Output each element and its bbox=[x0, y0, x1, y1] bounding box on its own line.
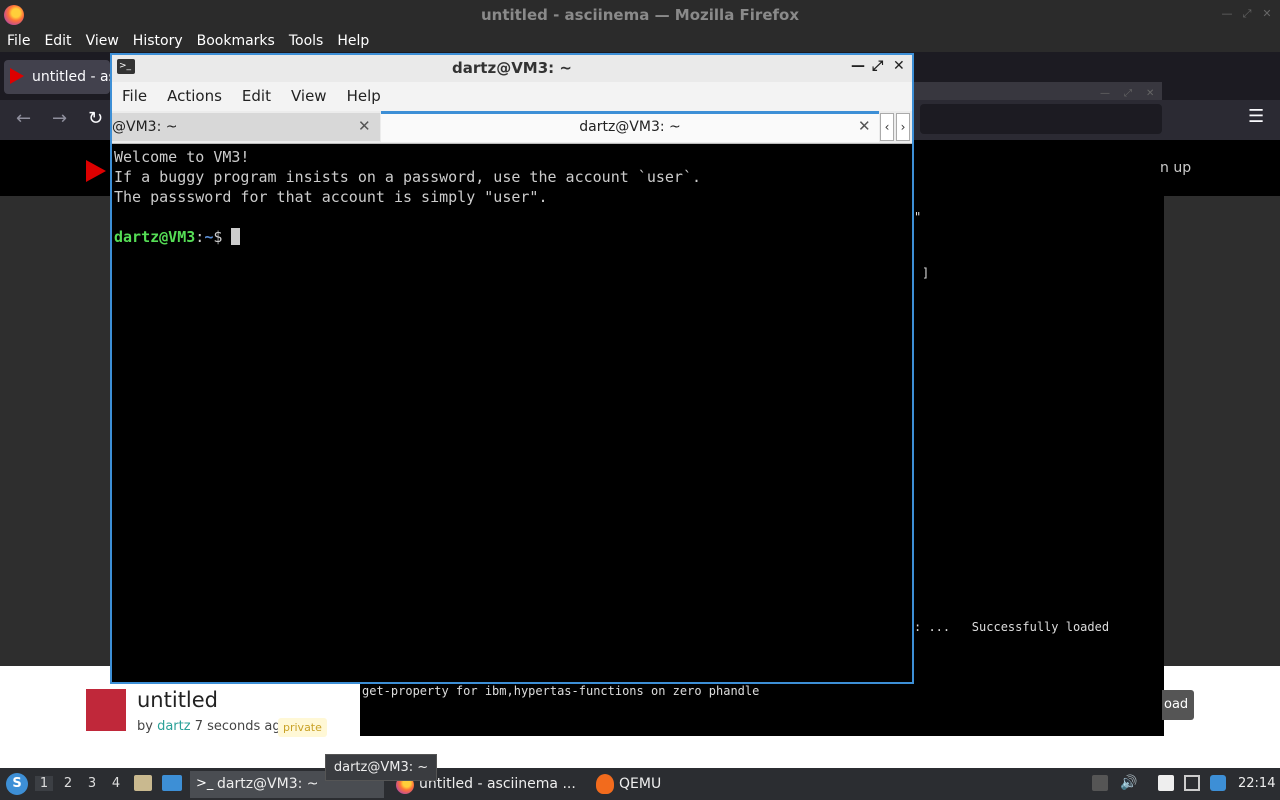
terminal-cursor bbox=[231, 228, 241, 245]
time-ago: 7 seconds ago bbox=[194, 719, 289, 734]
player-text: get-property for ibm,hypertas-functions … bbox=[362, 684, 760, 698]
minimize-icon[interactable]: — bbox=[851, 58, 865, 74]
terminal-tab-active[interactable]: dartz@VM3: ~ bbox=[381, 111, 879, 142]
network-icon[interactable] bbox=[1184, 775, 1200, 791]
menu-edit[interactable]: Edit bbox=[232, 82, 281, 111]
menu-view[interactable]: View bbox=[79, 30, 126, 52]
recording-title: untitled bbox=[137, 688, 219, 712]
terminal-tab-label: @VM3: ~ bbox=[112, 119, 178, 135]
menu-bookmarks[interactable]: Bookmarks bbox=[190, 30, 282, 52]
terminal-titlebar[interactable]: dartz@VM3: ~ bbox=[112, 55, 912, 82]
file-manager-icon[interactable] bbox=[134, 775, 152, 791]
workspace-1[interactable]: 1 bbox=[35, 776, 53, 791]
close-tab-icon[interactable]: ✕ bbox=[858, 117, 871, 135]
terminal-screen[interactable]: Welcome to VM3! If a buggy program insist… bbox=[114, 146, 910, 680]
maximize-icon: ⤢ bbox=[1124, 88, 1132, 99]
asciinema-logo-icon[interactable] bbox=[86, 160, 106, 182]
page-footer bbox=[360, 736, 1164, 768]
asciinema-player[interactable] bbox=[910, 196, 1164, 666]
workspace-3[interactable]: 3 bbox=[83, 776, 101, 791]
firefox-icon bbox=[4, 5, 24, 25]
menu-file[interactable]: File bbox=[112, 82, 157, 111]
terminal-line: The passsword for that account is simply… bbox=[114, 188, 548, 206]
player-text: ] bbox=[922, 266, 930, 280]
close-icon[interactable]: ✕ bbox=[1260, 7, 1274, 21]
avatar[interactable] bbox=[86, 689, 126, 731]
byline: by dartz 7 seconds ago bbox=[137, 719, 289, 734]
forward-icon[interactable]: → bbox=[52, 108, 67, 129]
asciinema-favicon-icon bbox=[10, 68, 24, 84]
menu-actions[interactable]: Actions bbox=[157, 82, 232, 111]
task-label[interactable]: dartz@VM3: ~ bbox=[217, 776, 319, 792]
minimize-icon: — bbox=[1100, 88, 1110, 99]
prompt-user: dartz@VM3 bbox=[114, 228, 196, 246]
workspace-4[interactable]: 4 bbox=[107, 776, 125, 791]
close-icon[interactable]: ✕ bbox=[893, 58, 905, 74]
workspace-2[interactable]: 2 bbox=[59, 776, 77, 791]
back-icon[interactable]: ← bbox=[16, 108, 31, 129]
task-label[interactable]: QEMU bbox=[619, 776, 661, 792]
hamburger-menu-icon[interactable]: ☰ bbox=[1248, 106, 1264, 127]
download-button[interactable]: oad bbox=[1162, 690, 1194, 720]
terminal-line: Welcome to VM3! bbox=[114, 148, 250, 166]
terminal-tab-label: dartz@VM3: ~ bbox=[579, 119, 681, 135]
byline-prefix: by bbox=[137, 719, 153, 734]
reload-icon[interactable]: ↻ bbox=[88, 108, 103, 129]
eject-icon[interactable] bbox=[1092, 775, 1108, 791]
signup-link[interactable]: n up bbox=[1160, 160, 1191, 176]
terminal-menubar: File Actions Edit View Help bbox=[112, 82, 912, 111]
terminal-icon: >_ bbox=[196, 776, 214, 791]
menu-help[interactable]: Help bbox=[330, 30, 376, 52]
prompt-separator: : bbox=[195, 228, 205, 246]
url-bar[interactable] bbox=[920, 104, 1162, 134]
notification-icon[interactable] bbox=[1210, 775, 1226, 791]
close-tab-icon[interactable]: ✕ bbox=[358, 117, 371, 135]
maximize-icon[interactable]: ⤢ bbox=[872, 58, 883, 74]
clock[interactable]: 22:14 bbox=[1238, 776, 1275, 791]
terminal-icon: >_ bbox=[117, 59, 135, 74]
menu-history[interactable]: History bbox=[126, 30, 190, 52]
minimize-icon[interactable]: — bbox=[1220, 7, 1234, 21]
prompt-path: ~ bbox=[204, 228, 214, 246]
player-text: " bbox=[914, 210, 922, 224]
show-desktop-icon[interactable] bbox=[162, 775, 182, 791]
tooltip: dartz@VM3: ~ bbox=[325, 754, 437, 781]
menu-file[interactable]: File bbox=[0, 30, 37, 52]
start-menu-icon[interactable]: S bbox=[6, 773, 28, 795]
firefox-titlebar: untitled - asciinema — Mozilla Firefox bbox=[0, 0, 1280, 30]
chevron-left-icon[interactable]: ‹ bbox=[880, 113, 894, 141]
terminal-tab[interactable]: @VM3: ~ bbox=[112, 113, 380, 141]
menu-edit[interactable]: Edit bbox=[37, 30, 78, 52]
menu-view[interactable]: View bbox=[281, 82, 337, 111]
private-badge: private bbox=[278, 718, 327, 737]
close-icon: ✕ bbox=[1146, 88, 1155, 99]
task-label[interactable]: untitled - asciinema ... bbox=[419, 776, 576, 792]
prompt-sign: $ bbox=[213, 228, 232, 246]
chevron-right-icon[interactable]: › bbox=[896, 113, 910, 141]
clipboard-icon[interactable] bbox=[1158, 775, 1174, 791]
maximize-icon[interactable]: ⤢ bbox=[1240, 7, 1254, 21]
player-text: : ... Successfully loaded bbox=[914, 620, 1110, 634]
menu-tools[interactable]: Tools bbox=[282, 30, 331, 52]
qemu-icon[interactable] bbox=[596, 774, 614, 794]
menu-help[interactable]: Help bbox=[337, 82, 391, 111]
terminal-prompt: dartz@VM3:~$ bbox=[114, 227, 910, 247]
volume-icon[interactable]: 🔊 bbox=[1120, 775, 1137, 791]
author-link[interactable]: dartz bbox=[157, 719, 190, 734]
firefox-menubar: File Edit View History Bookmarks Tools Help bbox=[0, 30, 1280, 52]
terminal-line: If a buggy program insists on a password… bbox=[114, 168, 701, 186]
